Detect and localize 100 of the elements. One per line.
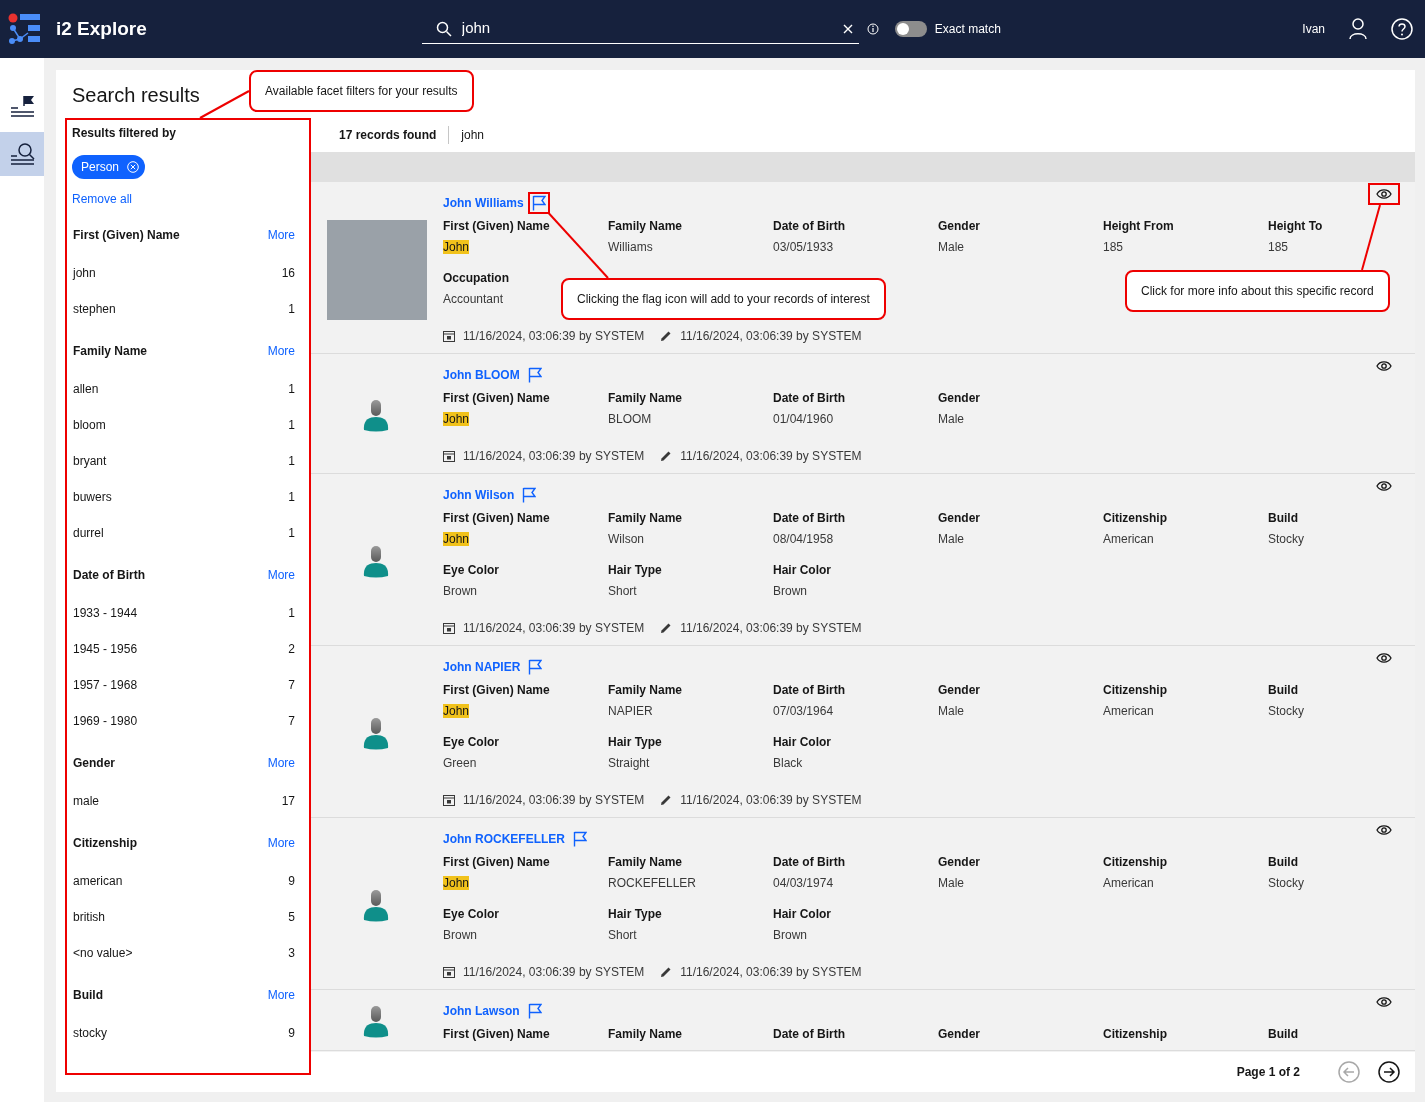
search-field[interactable]: john xyxy=(459,16,843,41)
more-link[interactable]: More xyxy=(267,986,295,1004)
record-name-link[interactable]: John ROCKEFELLER xyxy=(443,829,565,849)
facet-count: 1 xyxy=(288,525,295,542)
field-value: Williams xyxy=(608,240,653,254)
user-button[interactable] xyxy=(1349,18,1367,40)
field-label: Gender xyxy=(938,854,981,871)
pencil-icon xyxy=(660,622,673,634)
field-label: Citizenship xyxy=(1103,510,1168,527)
clear-button[interactable] xyxy=(842,23,853,34)
facet-count: 2 xyxy=(288,641,295,658)
record-name-link[interactable]: John Williams xyxy=(443,193,524,213)
facet-option[interactable]: 1945 - 1956 2 xyxy=(72,631,295,667)
eye-icon xyxy=(1376,996,1392,1008)
facet-option[interactable]: british 5 xyxy=(72,899,295,935)
toggle-label: Exact match xyxy=(934,21,1001,38)
facet-count: 1 xyxy=(288,605,295,622)
flag-icon xyxy=(527,367,542,383)
more-link[interactable]: More xyxy=(267,834,295,852)
field-value: American xyxy=(1103,876,1154,890)
remove-all-link[interactable]: Remove all xyxy=(72,187,295,211)
filter-chip[interactable]: Person xyxy=(72,155,146,179)
field-value: John xyxy=(443,532,470,546)
facet-option[interactable]: <no value> 3 xyxy=(72,935,295,971)
facet-title: Build xyxy=(73,987,103,1004)
more-link[interactable]: More xyxy=(267,226,295,244)
field-value: Straight xyxy=(608,756,650,770)
field-value: Short xyxy=(608,584,637,598)
flag-icon xyxy=(573,831,587,847)
facet-label: male xyxy=(73,793,99,810)
field-label: Family Name xyxy=(608,854,684,871)
user-name: Ivan xyxy=(1302,21,1325,38)
rail-button[interactable] xyxy=(0,132,44,176)
modified-info: 11/16/2024, 03:06:39 by SYSTEM xyxy=(680,448,862,465)
pencil-icon xyxy=(660,794,673,806)
field-value: American xyxy=(1103,532,1154,546)
eye-icon xyxy=(1376,652,1392,664)
field-label: Gender xyxy=(938,682,981,699)
facet-option[interactable]: bloom 1 xyxy=(72,407,295,443)
facet-option[interactable]: durrel 1 xyxy=(72,515,295,551)
info-button[interactable] xyxy=(866,23,879,35)
facet-count: 1 xyxy=(288,417,295,434)
flag-icon xyxy=(528,659,543,675)
help-icon xyxy=(1391,18,1413,40)
facet-label: 1957 - 1968 xyxy=(73,677,138,694)
help-button[interactable] xyxy=(1391,18,1413,40)
field-value: Brown xyxy=(773,584,807,598)
facet-option[interactable]: buwers 1 xyxy=(72,479,295,515)
field-label: Gender xyxy=(938,1026,981,1043)
field-label: Date of Birth xyxy=(773,218,846,235)
facet-option[interactable]: stocky 9 xyxy=(72,1015,295,1051)
more-link[interactable]: More xyxy=(267,566,295,584)
record-name-link[interactable]: John Lawson xyxy=(443,1001,520,1021)
facet-label: 1933 - 1944 xyxy=(73,605,138,622)
exact-match-toggle[interactable] xyxy=(894,21,927,37)
view-button[interactable] xyxy=(1368,183,1400,205)
arrow-left-icon xyxy=(1338,1061,1360,1083)
record-name-link[interactable]: John BLOOM xyxy=(443,365,520,385)
more-link[interactable]: More xyxy=(267,342,295,360)
field-value: 185 xyxy=(1268,240,1289,254)
flag-list-icon xyxy=(9,94,35,118)
field-label: Height From xyxy=(1103,218,1175,235)
field-label: Eye Color xyxy=(443,562,500,579)
created-info: 11/16/2024, 03:06:39 by SYSTEM xyxy=(463,792,645,809)
field-value: Wilson xyxy=(608,532,644,546)
facet-label: bloom xyxy=(73,417,106,434)
facet-option[interactable]: bryant 1 xyxy=(72,443,295,479)
field-label: Build xyxy=(1268,510,1299,527)
facet-option[interactable]: american 9 xyxy=(72,863,295,899)
field-label: First (Given) Name xyxy=(443,218,551,235)
flag-button[interactable] xyxy=(527,192,550,214)
facet-title: First (Given) Name xyxy=(73,227,180,244)
field-value: Male xyxy=(938,532,964,546)
more-link[interactable]: More xyxy=(267,754,295,772)
info-icon xyxy=(866,23,879,35)
facet-label: 1969 - 1980 xyxy=(73,713,138,730)
facet-count: 17 xyxy=(281,793,295,810)
facet-option[interactable]: 1933 - 1944 1 xyxy=(72,595,295,631)
facet-label: allen xyxy=(73,381,99,398)
facet-option[interactable]: stephen 1 xyxy=(72,291,295,327)
leader-line xyxy=(199,90,250,119)
facet-option[interactable]: male 17 xyxy=(72,783,295,819)
record-name-link[interactable]: John Wilson xyxy=(443,485,515,505)
record-name-link[interactable]: John NAPIER xyxy=(443,657,521,677)
eye-icon xyxy=(1376,480,1392,492)
facet-label: buwers xyxy=(73,489,112,506)
field-label: First (Given) Name xyxy=(443,854,551,871)
facet-option[interactable]: 1957 - 1968 7 xyxy=(72,667,295,703)
field-value: John xyxy=(443,240,470,254)
facet-label: british xyxy=(73,909,105,926)
field-value: 08/04/1958 xyxy=(773,532,834,546)
facet-option[interactable]: 1969 - 1980 7 xyxy=(72,703,295,739)
arrow-right-icon xyxy=(1378,1061,1400,1083)
facet-option[interactable]: allen 1 xyxy=(72,371,295,407)
field-label: Family Name xyxy=(608,1026,684,1043)
facet-option[interactable]: john 16 xyxy=(72,255,295,291)
next-page-button[interactable] xyxy=(1378,1061,1400,1083)
field-label: Hair Type xyxy=(608,906,663,923)
field-value: Male xyxy=(938,412,964,426)
facet-count: 1 xyxy=(288,453,295,470)
